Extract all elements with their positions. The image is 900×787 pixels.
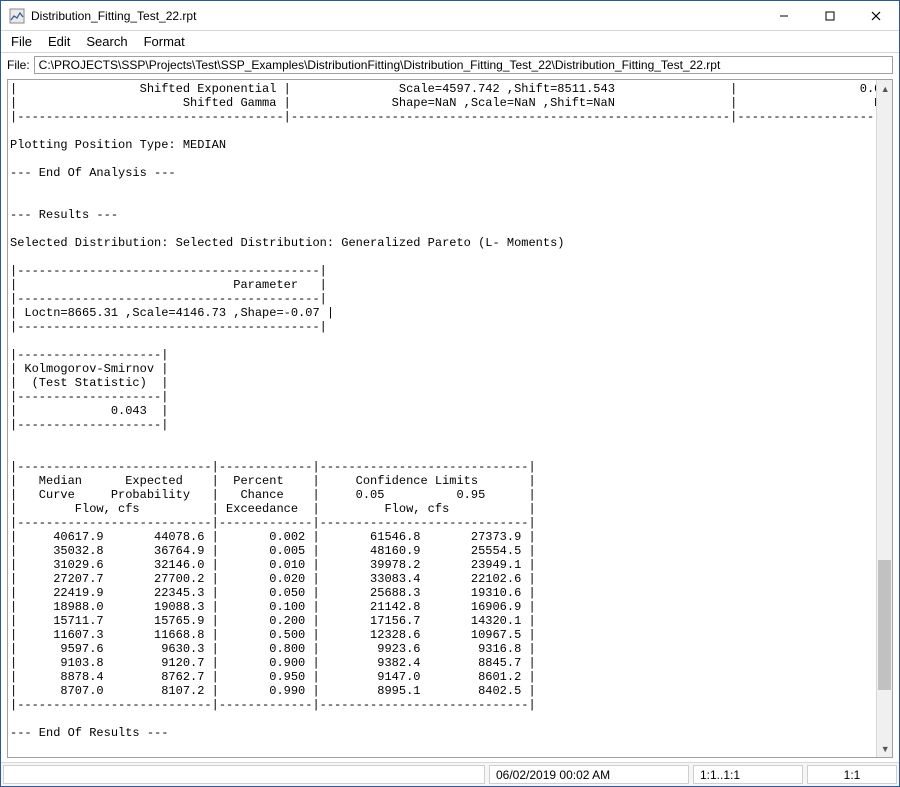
report-viewer: | Shifted Exponential | Scale=4597.742 ,… — [7, 79, 893, 758]
window-title: Distribution_Fitting_Test_22.rpt — [31, 9, 196, 23]
status-message — [3, 765, 485, 784]
scroll-thumb[interactable] — [878, 560, 891, 690]
statusbar: 06/02/2019 00:02 AM 1:1..1:1 1:1 — [1, 762, 899, 786]
maximize-button[interactable] — [807, 1, 853, 31]
report-scroll[interactable]: | Shifted Exponential | Scale=4597.742 ,… — [8, 80, 892, 757]
status-zoom: 1:1 — [807, 765, 897, 784]
app-icon — [9, 8, 25, 24]
menu-file[interactable]: File — [5, 32, 38, 51]
menu-edit[interactable]: Edit — [42, 32, 76, 51]
scroll-down-arrow-icon[interactable]: ▼ — [877, 740, 892, 757]
menu-format[interactable]: Format — [138, 32, 191, 51]
file-path-input[interactable] — [34, 56, 893, 74]
scroll-up-arrow-icon[interactable]: ▲ — [877, 80, 892, 97]
report-text[interactable]: | Shifted Exponential | Scale=4597.742 ,… — [8, 80, 876, 757]
minimize-button[interactable] — [761, 1, 807, 31]
vertical-scrollbar[interactable]: ▲ ▼ — [876, 80, 892, 757]
file-path-label: File: — [7, 58, 30, 72]
titlebar: Distribution_Fitting_Test_22.rpt — [1, 1, 899, 31]
menu-search[interactable]: Search — [80, 32, 133, 51]
menubar: File Edit Search Format — [1, 31, 899, 53]
file-path-bar: File: — [1, 53, 899, 79]
status-timestamp: 06/02/2019 00:02 AM — [489, 765, 689, 784]
status-position: 1:1..1:1 — [693, 765, 803, 784]
close-button[interactable] — [853, 1, 899, 31]
